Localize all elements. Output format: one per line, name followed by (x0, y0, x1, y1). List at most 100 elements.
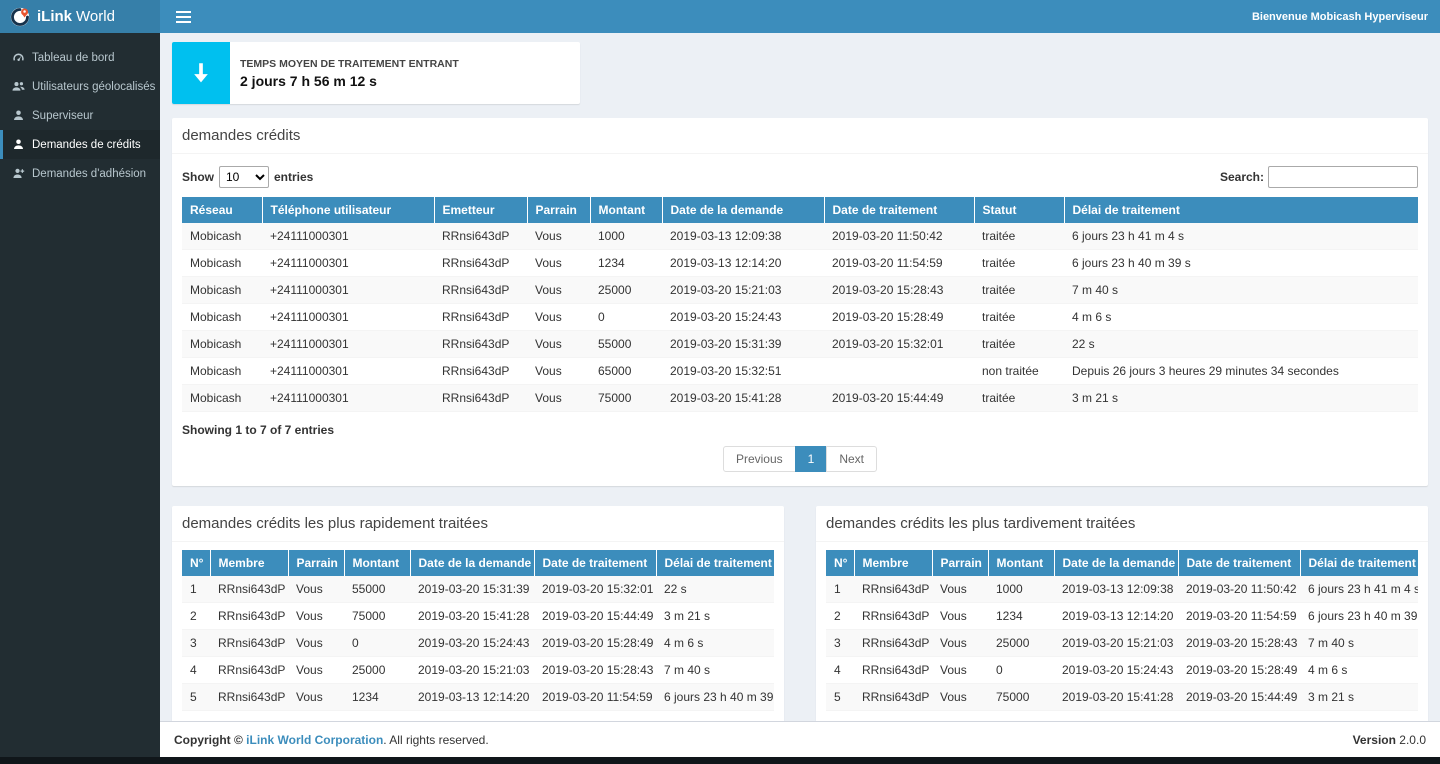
column-header-emetteur[interactable]: Emetteur (434, 197, 527, 223)
table-cell: traitée (974, 223, 1064, 250)
sidebar-item-superviseur[interactable]: Superviseur (0, 101, 160, 130)
table-cell: 3 m 21 s (656, 603, 774, 630)
table-cell: 25000 (988, 630, 1054, 657)
table-cell: 22 s (656, 576, 774, 603)
column-header-date-traitement[interactable]: Date de traitement (1178, 550, 1300, 576)
column-header-numero[interactable]: N° (182, 550, 210, 576)
table-cell: +24111000301 (262, 304, 434, 331)
user-icon (12, 109, 25, 122)
sidebar-item-demandes-de-credits[interactable]: Demandes de crédits (0, 130, 160, 159)
copyright-text: Copyright © iLink World Corporation. All… (174, 733, 489, 747)
column-header-delai[interactable]: Délai de traitement (1064, 197, 1418, 223)
panel-rapidement-traitees: demandes crédits les plus rapidement tra… (172, 506, 784, 721)
table-cell: 2 (182, 603, 210, 630)
table-cell: 2019-03-20 11:50:42 (824, 223, 974, 250)
column-header-montant[interactable]: Montant (590, 197, 662, 223)
copyright-suffix: . All rights reserved. (383, 733, 488, 747)
table-cell: Vous (527, 223, 590, 250)
column-header-date-demande[interactable]: Date de la demande (662, 197, 824, 223)
table-cell: Vous (527, 277, 590, 304)
column-header-delai[interactable]: Délai de traitement (656, 550, 774, 576)
column-header-membre[interactable]: Membre (854, 550, 932, 576)
table-cell: Vous (932, 684, 988, 711)
table-cell: 2019-03-20 15:32:51 (662, 358, 824, 385)
sidebar-item-tableau-de-bord[interactable]: Tableau de bord (0, 43, 160, 72)
table-cell: 65000 (590, 358, 662, 385)
table-row: 3RRnsi643dPVous250002019-03-20 15:21:032… (826, 630, 1418, 657)
pagination-next-button[interactable]: Next (826, 446, 877, 472)
table-row: Mobicash+24111000301RRnsi643dPVous750002… (182, 385, 1418, 412)
column-header-numero[interactable]: N° (826, 550, 854, 576)
table-cell: RRnsi643dP (210, 630, 288, 657)
column-header-parrain[interactable]: Parrain (527, 197, 590, 223)
table-cell: 2019-03-20 15:21:03 (662, 277, 824, 304)
hamburger-menu-icon[interactable] (172, 6, 195, 28)
table-cell: 1234 (988, 603, 1054, 630)
column-header-delai[interactable]: Délai de traitement (1300, 550, 1418, 576)
column-header-statut[interactable]: Statut (974, 197, 1064, 223)
table-cell: +24111000301 (262, 277, 434, 304)
column-header-parrain[interactable]: Parrain (932, 550, 988, 576)
page-size-select[interactable]: 10 (219, 166, 269, 188)
table-cell: 1000 (590, 223, 662, 250)
table-cell: 7 m 40 s (1300, 630, 1418, 657)
pagination-previous-button[interactable]: Previous (723, 446, 796, 472)
column-header-montant[interactable]: Montant (344, 550, 410, 576)
table-cell: 2019-03-20 15:44:49 (534, 603, 656, 630)
table-cell: 2019-03-20 15:28:43 (824, 277, 974, 304)
table-cell: 3 (826, 630, 854, 657)
table-cell: RRnsi643dP (434, 358, 527, 385)
column-header-reseau[interactable]: Réseau (182, 197, 262, 223)
column-header-montant[interactable]: Montant (988, 550, 1054, 576)
adhesion-user-icon (12, 167, 25, 180)
table-cell: 55000 (344, 576, 410, 603)
app-logo[interactable]: iLinkWorld (0, 0, 160, 33)
table-cell: 2019-03-20 15:28:49 (534, 630, 656, 657)
table-cell: RRnsi643dP (210, 576, 288, 603)
credit-user-icon (12, 138, 25, 151)
search-label: Search: (1220, 170, 1264, 184)
table-cell: 2019-03-20 11:54:59 (1178, 603, 1300, 630)
table-cell: 25000 (590, 277, 662, 304)
table-cell: RRnsi643dP (854, 657, 932, 684)
copyright-prefix: Copyright © (174, 733, 246, 747)
table-cell: Vous (527, 331, 590, 358)
table-cell: 5 (182, 684, 210, 711)
column-header-date-traitement[interactable]: Date de traitement (534, 550, 656, 576)
info-box-temps-moyen: TEMPS MOYEN DE TRAITEMENT ENTRANT 2 jour… (172, 42, 580, 104)
table-cell: Vous (288, 576, 344, 603)
table-cell: 2019-03-13 12:14:20 (410, 684, 534, 711)
company-link[interactable]: iLink World Corporation (246, 733, 383, 747)
column-header-date-demande[interactable]: Date de la demande (1054, 550, 1178, 576)
sidebar-item-label: Demandes d'adhésion (32, 168, 146, 180)
table-cell: 55000 (590, 331, 662, 358)
table-row: 4RRnsi643dPVous02019-03-20 15:24:432019-… (826, 657, 1418, 684)
column-header-membre[interactable]: Membre (210, 550, 288, 576)
table-row: 5RRnsi643dPVous750002019-03-20 15:41:282… (826, 684, 1418, 711)
table-cell: 22 s (1064, 331, 1418, 358)
dashboard-icon (12, 51, 25, 64)
column-header-date-traitement[interactable]: Date de traitement (824, 197, 974, 223)
table-cell: Mobicash (182, 277, 262, 304)
column-header-telephone[interactable]: Téléphone utilisateur (262, 197, 434, 223)
app-title: iLinkWorld (37, 8, 115, 25)
column-header-date-demande[interactable]: Date de la demande (410, 550, 534, 576)
pagination-page-1-button[interactable]: 1 (795, 446, 828, 472)
sidebar-item-demandes-adhesion[interactable]: Demandes d'adhésion (0, 159, 160, 188)
table-cell: RRnsi643dP (854, 630, 932, 657)
table-cell: 2019-03-20 15:21:03 (410, 657, 534, 684)
table-cell: 2019-03-20 15:28:43 (1178, 630, 1300, 657)
column-header-parrain[interactable]: Parrain (288, 550, 344, 576)
table-cell: Vous (527, 358, 590, 385)
table-cell: 6 jours 23 h 41 m 4 s (1064, 223, 1418, 250)
table-row: 4RRnsi643dPVous250002019-03-20 15:21:032… (182, 657, 774, 684)
footer: Copyright © iLink World Corporation. All… (160, 721, 1440, 757)
table-cell: RRnsi643dP (854, 603, 932, 630)
table-row: Mobicash+24111000301RRnsi643dPVous100020… (182, 223, 1418, 250)
table-row: 2RRnsi643dPVous750002019-03-20 15:41:282… (182, 603, 774, 630)
sidebar-item-utilisateurs-geolocalises[interactable]: Utilisateurs géolocalisés (0, 72, 160, 101)
table-cell: 2019-03-20 15:32:01 (824, 331, 974, 358)
panel-title: demandes crédits (172, 118, 1428, 154)
search-input[interactable] (1268, 166, 1418, 188)
table-cell: 1234 (344, 684, 410, 711)
